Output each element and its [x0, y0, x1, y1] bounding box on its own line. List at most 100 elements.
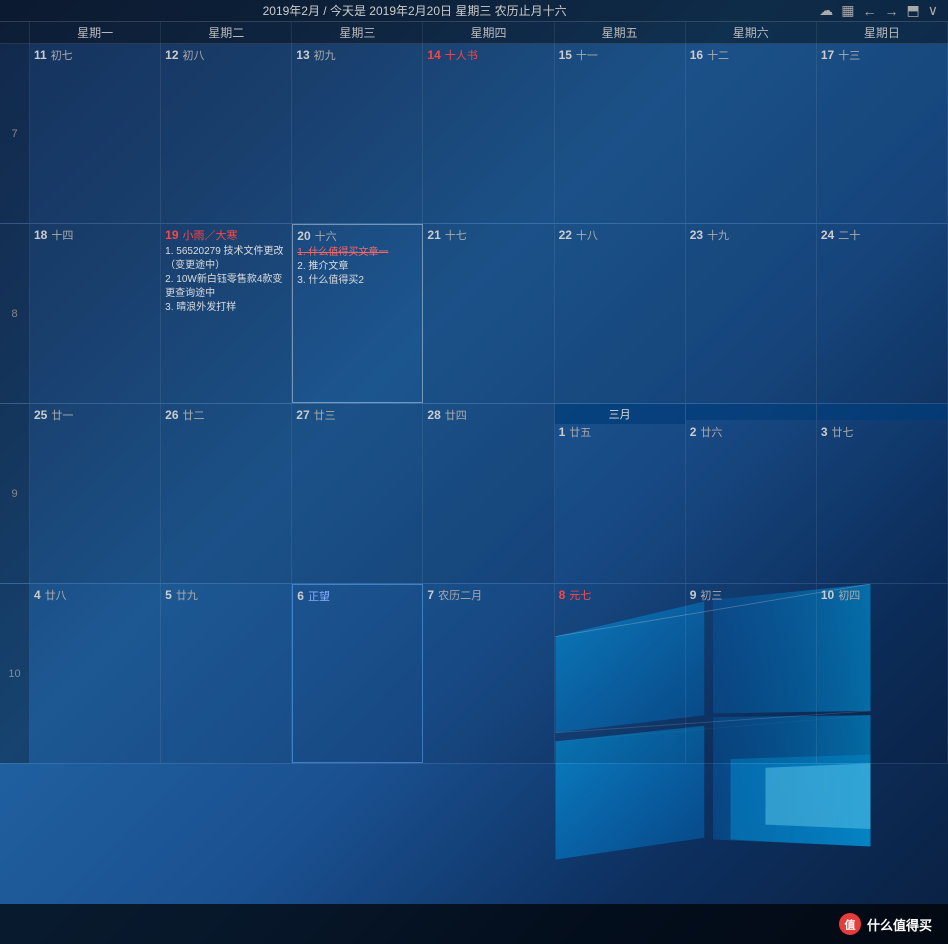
cell-feb20-today[interactable]: 20十六 1. 什么值得买文章一 2. 推介文章 3. 什么值得买2: [292, 224, 423, 403]
day-num: 7: [427, 588, 434, 602]
day-num: 11: [34, 48, 47, 62]
cell-feb12[interactable]: 12初八: [161, 44, 292, 223]
brand-icon: 值: [839, 913, 861, 935]
grid-icon[interactable]: ▦: [841, 2, 854, 19]
lunar-day: 初九: [314, 47, 336, 63]
weekday-mon: 星期一: [30, 22, 161, 44]
cell-feb26[interactable]: 26廿二: [161, 404, 292, 583]
cell-feb16[interactable]: 16十二: [686, 44, 817, 223]
cell-feb18[interactable]: 18 十四: [30, 224, 161, 403]
lunar-day: 正望: [308, 588, 330, 604]
cell-feb23[interactable]: 23 十九: [686, 224, 817, 403]
week-row-10: 10 4 廿八 5 廿九 6正望 7农历二月 8元七 9初三 10初四: [0, 584, 948, 764]
back-icon[interactable]: ←: [863, 3, 877, 19]
week-num-10: 10: [0, 584, 30, 763]
lunar-day: 初三: [700, 587, 722, 603]
cell-feb24[interactable]: 24 二十: [817, 224, 948, 403]
cell-mar6[interactable]: 6正望: [292, 584, 423, 763]
events-feb19: 1. 56520279 技术文件更改（变更途中） 2. 10W新白钰零售款4款变…: [165, 245, 287, 315]
weekday-wed: 星期三: [292, 22, 423, 44]
weekday-tue: 星期二: [161, 22, 292, 44]
cell-mar1[interactable]: 三月 1廿五: [555, 404, 686, 583]
cell-feb25[interactable]: 25廿一: [30, 404, 161, 583]
cell-feb13[interactable]: 13初九: [292, 44, 423, 223]
day-num: 20: [297, 229, 310, 243]
day-num: 16: [690, 48, 703, 62]
lunar-day: 廿五: [569, 424, 591, 440]
lunar-day: 初七: [51, 47, 73, 63]
lunar-day: 廿一: [51, 407, 73, 423]
weekday-headers: 星期一 星期二 星期三 星期四 星期五 星期六 星期日: [0, 22, 948, 44]
lunar-day: 十九: [707, 227, 729, 243]
lunar-day: 廿七: [832, 424, 854, 440]
event-item: 1. 什么值得买文章一: [297, 246, 418, 260]
lunar-day: 廿八: [45, 587, 67, 603]
week-num-9: 9: [0, 404, 30, 583]
lunar-day: 十一: [576, 47, 598, 63]
cell-feb17[interactable]: 17 十三: [817, 44, 948, 223]
lunar-day: 十四: [51, 227, 73, 243]
day-num: 17: [821, 48, 834, 62]
lunar-day: 廿四: [445, 407, 467, 423]
cell-mar10[interactable]: 10初四: [817, 584, 948, 763]
cell-mar9[interactable]: 9初三: [686, 584, 817, 763]
forward-icon[interactable]: →: [885, 3, 899, 19]
week-num-8: 8: [0, 224, 30, 403]
cell-mar7[interactable]: 7农历二月: [423, 584, 554, 763]
event-item: 2. 推介文章: [297, 260, 418, 274]
day-num: 24: [821, 228, 834, 242]
event-item: 3. 什么值得买2: [297, 274, 418, 288]
calendar-title: 2019年2月 / 今天是 2019年2月20日 星期三 农历止月十六: [10, 2, 819, 19]
cell-mar8[interactable]: 8元七: [555, 584, 686, 763]
svg-text:值: 值: [844, 918, 855, 932]
menu-icon[interactable]: ∨: [928, 2, 938, 19]
week-row-9: 9 25廿一 26廿二 27 廿三 28廿四 三月 1廿五 2廿六: [0, 404, 948, 584]
weekday-sun: 星期日: [817, 22, 948, 44]
lunar-day: 廿二: [183, 407, 205, 423]
day-num: 18: [34, 228, 47, 242]
cloud-icon[interactable]: ☁: [819, 2, 833, 19]
cell-mar4[interactable]: 4 廿八: [30, 584, 161, 763]
day-num: 12: [165, 48, 178, 62]
day-num: 23: [690, 228, 703, 242]
cell-feb15[interactable]: 15十一: [555, 44, 686, 223]
day-num: 27: [296, 408, 309, 422]
lunar-day: 二十: [838, 227, 860, 243]
lunar-day: 廿六: [700, 424, 722, 440]
lunar-day: 廿九: [176, 587, 198, 603]
day-num: 10: [821, 588, 834, 602]
day-num: 8: [559, 588, 566, 602]
week-num-header-spacer: [0, 22, 30, 44]
day-num: 9: [690, 588, 697, 602]
export-icon[interactable]: ⬒: [907, 2, 920, 19]
day-num: 4: [34, 588, 41, 602]
cell-feb21[interactable]: 21十七: [423, 224, 554, 403]
day-num: 1: [559, 425, 566, 439]
lunar-day: 廿三: [314, 407, 336, 423]
day-num: 5: [165, 588, 172, 602]
cell-feb14[interactable]: 14十人书: [423, 44, 554, 223]
cell-feb27[interactable]: 27 廿三: [292, 404, 423, 583]
day-num: 22: [559, 228, 572, 242]
lunar-day: 十三: [838, 47, 860, 63]
lunar-day: 十八: [576, 227, 598, 243]
cell-feb11[interactable]: 11 初七: [30, 44, 161, 223]
brand-text: 什么值得买: [867, 915, 932, 934]
brand-logo-area: 值 什么值得买: [839, 913, 932, 935]
cell-mar5[interactable]: 5 廿九: [161, 584, 292, 763]
event-item: 3. 晴浪外发打样: [165, 301, 287, 315]
cell-mar3[interactable]: 3廿七: [817, 404, 948, 583]
weekday-fri: 星期五: [555, 22, 686, 44]
lunar-day: 小雨／大寒: [183, 227, 238, 243]
cell-mar2[interactable]: 2廿六: [686, 404, 817, 583]
events-feb20: 1. 什么值得买文章一 2. 推介文章 3. 什么值得买2: [297, 246, 418, 288]
cell-feb28[interactable]: 28廿四: [423, 404, 554, 583]
week-row-7: 7 11初七 12初八 13初九 14十人书 15十一 16十二 17十三: [0, 44, 948, 224]
cell-feb22[interactable]: 22 十八: [555, 224, 686, 403]
event-item: 1. 56520279 技术文件更改（变更途中）: [165, 245, 287, 273]
weekday-sat: 星期六: [686, 22, 817, 44]
header-controls: ☁ ▦ ← → ⬒ ∨: [819, 2, 938, 19]
day-num: 19: [165, 228, 178, 242]
cell-feb19[interactable]: 19 小雨／大寒 1. 56520279 技术文件更改（变更途中） 2. 10W新…: [161, 224, 292, 403]
lunar-day: 元七: [569, 587, 591, 603]
